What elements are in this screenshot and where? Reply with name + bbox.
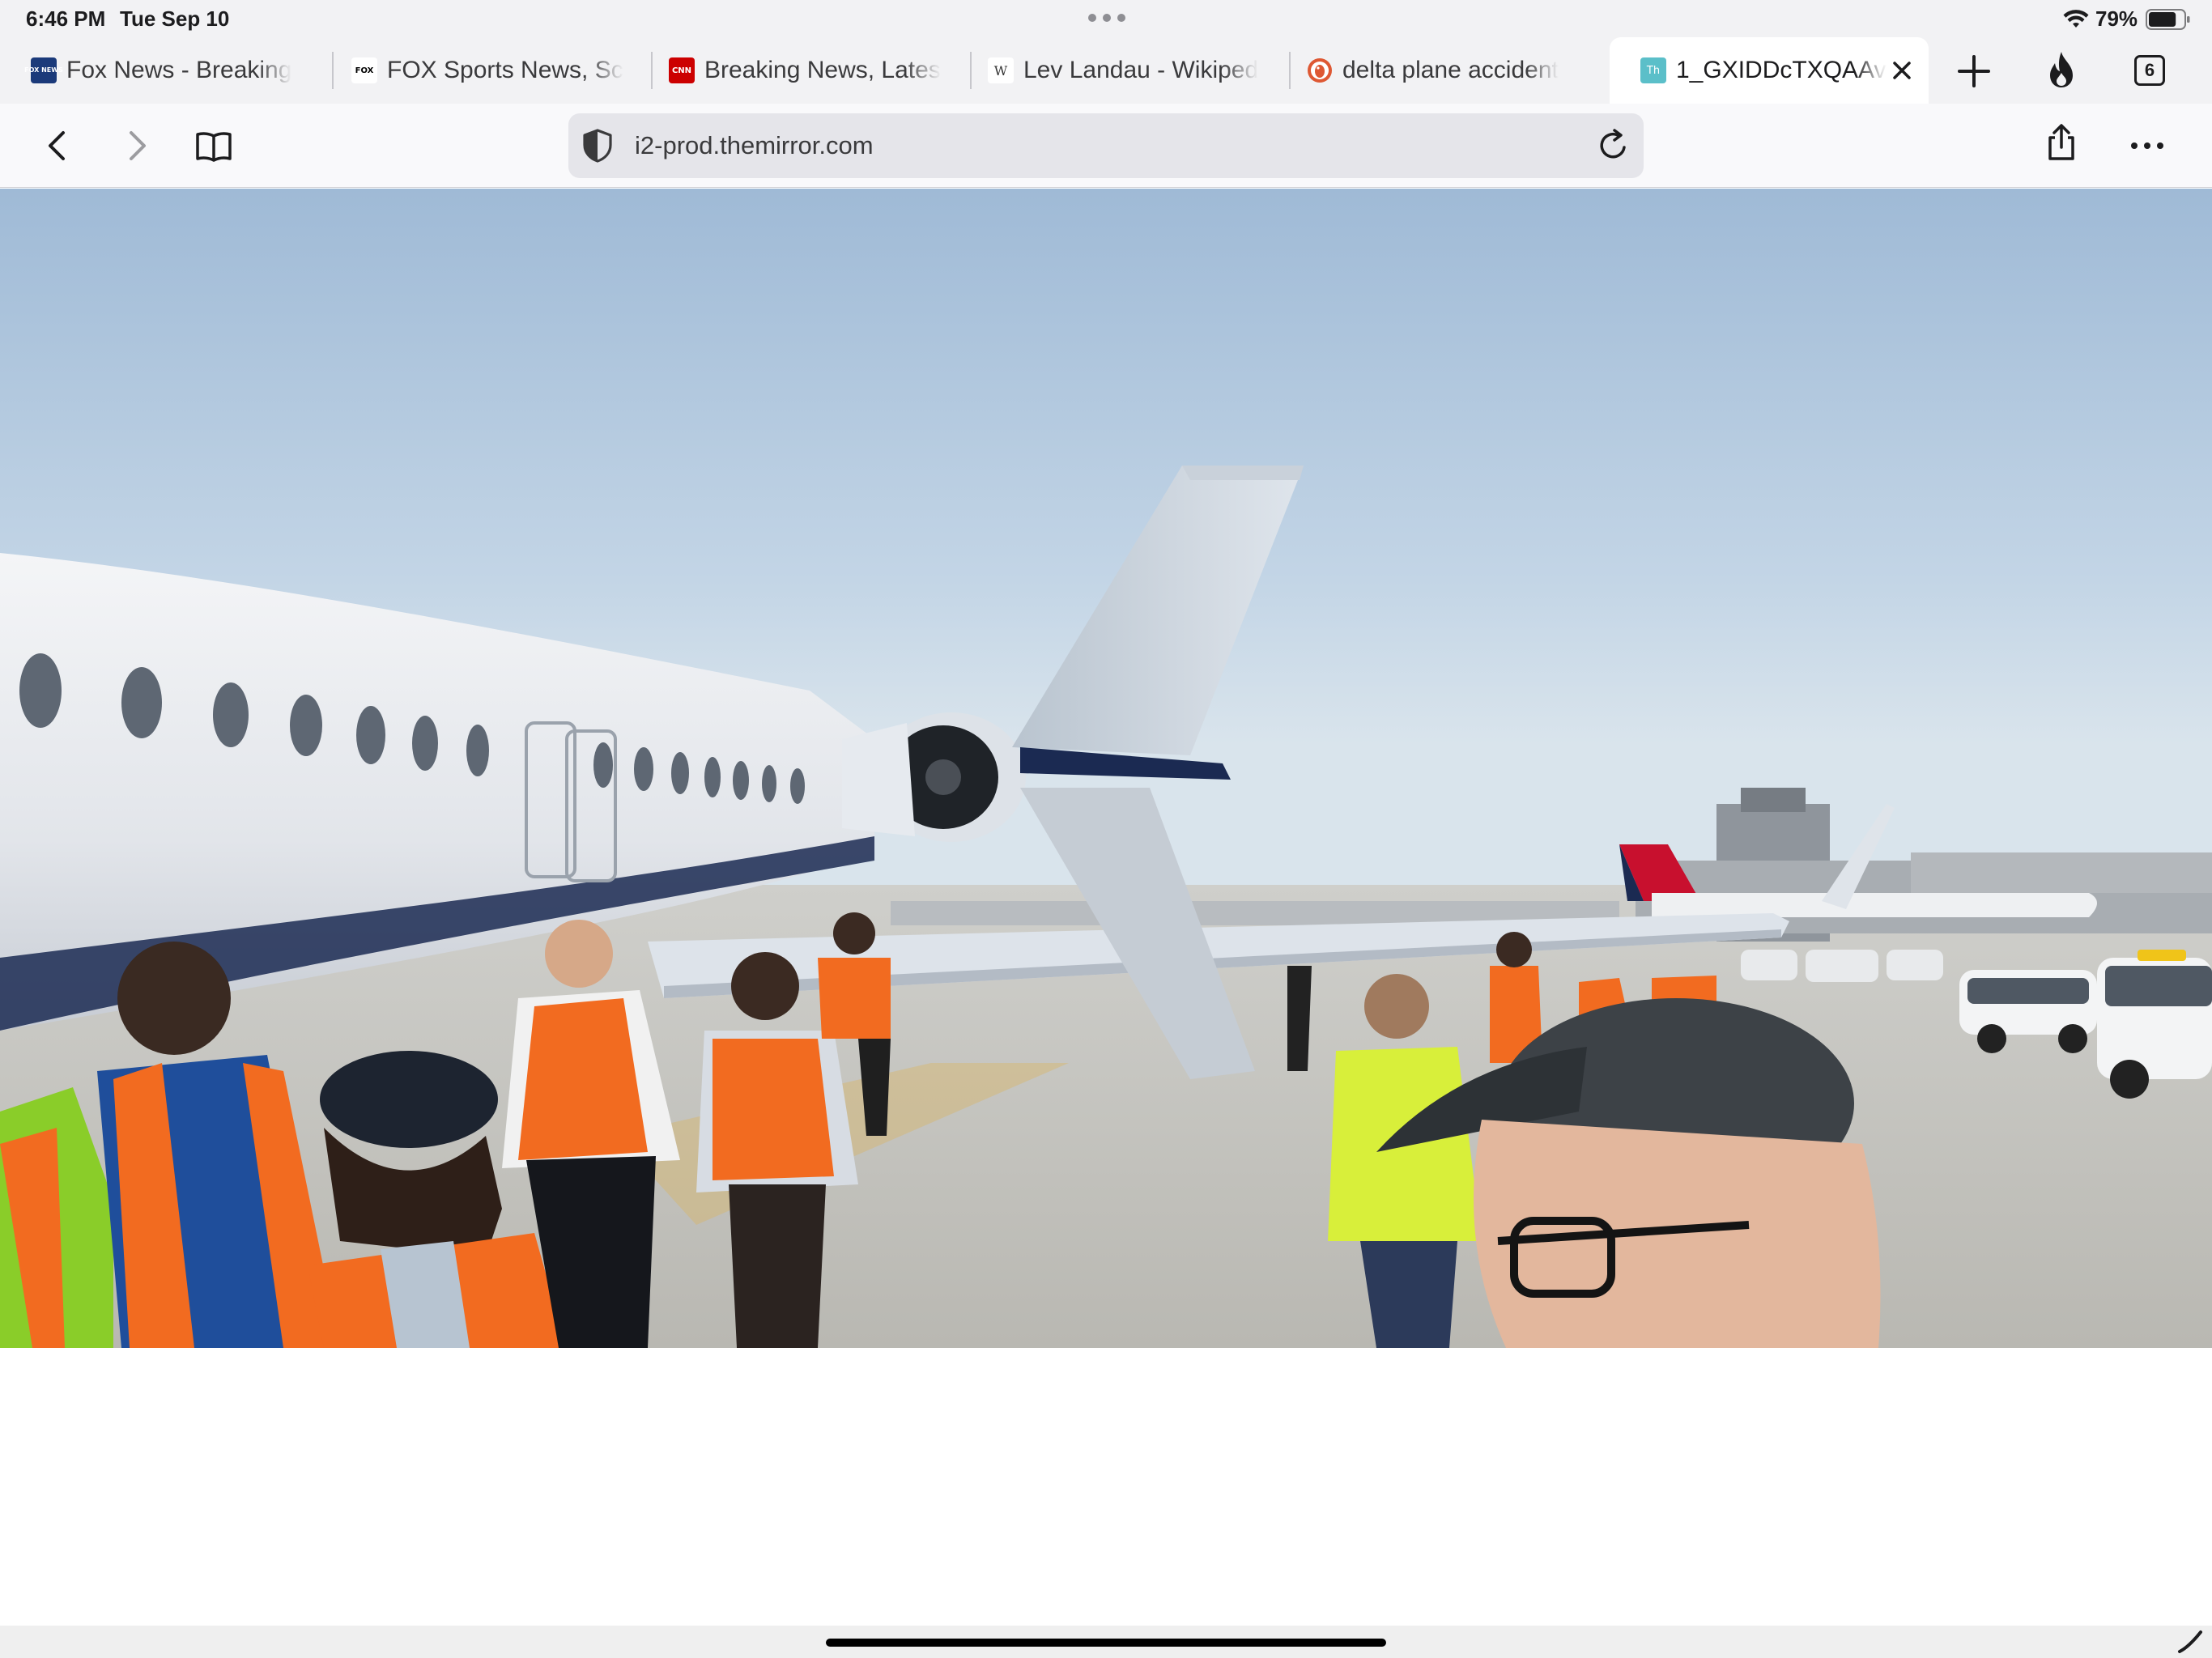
tab-title: Lev Landau - Wikiped (1023, 57, 1259, 83)
cnn-favicon: CNN (669, 57, 695, 83)
plus-icon[interactable] (1955, 52, 1993, 91)
navigation-toolbar: i2-prod.themirror.com (0, 104, 2212, 188)
flame-icon[interactable] (2042, 49, 2081, 91)
home-indicator-area (0, 1626, 2212, 1658)
page-image (0, 189, 2212, 1348)
home-indicator[interactable] (826, 1639, 1386, 1647)
tab-title: Breaking News, Lates (704, 57, 941, 83)
battery-icon (2146, 9, 2190, 30)
tab-cnn[interactable]: CNN Breaking News, Lates (638, 37, 968, 104)
th-favicon: Th (1640, 57, 1666, 83)
tab-fox-sports[interactable]: FOX FOX Sports News, Sc (321, 37, 651, 104)
multitask-dots-icon[interactable] (1088, 14, 1125, 22)
book-icon[interactable] (194, 126, 233, 165)
tab-title: delta plane accident (1342, 57, 1559, 83)
url-text: i2-prod.themirror.com (635, 131, 874, 159)
tab-wikipedia[interactable]: W Lev Landau - Wikiped (957, 37, 1287, 104)
battery-percentage: 79% (2095, 6, 2138, 31)
tab-fox-news[interactable]: FOX NEWS Fox News - Breaking (0, 37, 332, 104)
duckduckgo-favicon (1308, 58, 1332, 83)
shield-icon[interactable] (580, 128, 615, 164)
pencil-icon[interactable] (2176, 1627, 2204, 1655)
address-bar[interactable]: i2-prod.themirror.com (568, 113, 1644, 178)
tab-title: Fox News - Breaking (66, 57, 292, 83)
tab-title: FOX Sports News, Sc (387, 57, 623, 83)
reload-icon[interactable] (1593, 126, 1632, 165)
ellipsis-icon[interactable] (2128, 126, 2167, 165)
close-icon[interactable] (1887, 55, 1917, 86)
tab-bar: FOX NEWS Fox News - Breaking FOX FOX Spo… (0, 37, 2212, 104)
chevron-left-icon[interactable] (39, 126, 78, 165)
chevron-right-icon[interactable] (117, 126, 155, 165)
share-icon[interactable] (2042, 123, 2081, 162)
browser-window: 6:46 PM Tue Sep 10 79% FOX NEWS Fox News… (0, 0, 2212, 1658)
fox-sports-favicon: FOX (351, 57, 377, 83)
wifi-icon (2063, 10, 2089, 28)
tab-active-image[interactable]: Th 1_GXIDDcTXQAAv (1610, 37, 1929, 104)
airport-incident-photo (0, 189, 2212, 1348)
page-background (0, 1348, 2212, 1626)
tab-delta-search[interactable]: delta plane accident (1276, 37, 1600, 104)
tab-title: 1_GXIDDcTXQAAv (1676, 57, 1887, 83)
tab-overview-icon[interactable]: 6 (2134, 55, 2165, 86)
fox-news-favicon: FOX NEWS (24, 57, 63, 83)
status-time: 6:46 PM (26, 6, 106, 31)
wikipedia-favicon: W (988, 57, 1014, 83)
status-bar: 6:46 PM Tue Sep 10 79% (0, 0, 2212, 37)
status-date: Tue Sep 10 (120, 6, 230, 31)
